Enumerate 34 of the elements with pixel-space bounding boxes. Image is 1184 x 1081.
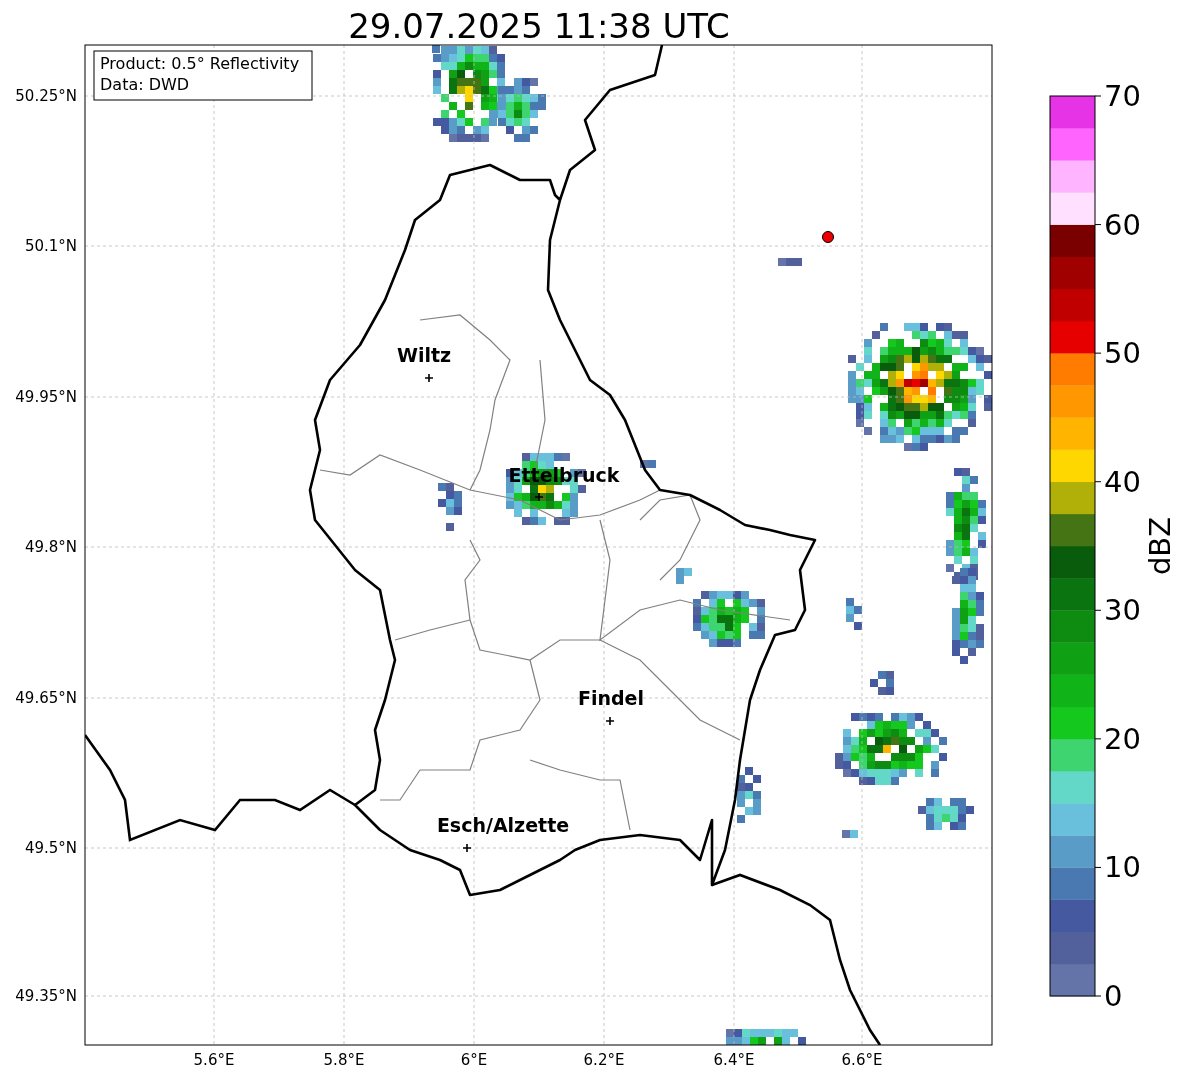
axis-tick-label: 49.95°N (15, 388, 77, 406)
info-text: Product: 0.5° Reflectivity (100, 54, 300, 73)
axis-tick-label: 49.8°N (24, 538, 77, 556)
axis-tick-label: 6.2°E (583, 1051, 625, 1069)
axis-tick-label: 49.65°N (15, 689, 77, 707)
colorbar-label: dBZ (1143, 516, 1177, 576)
axis-tick-label: 6°E (460, 1051, 488, 1069)
colorbar-tick-label: 50 (1104, 336, 1141, 371)
radar-site-marker (822, 231, 834, 243)
city-label: Wiltz (396, 344, 452, 366)
axis-tick-label: 5.8°E (323, 1051, 365, 1069)
city-label: Findel (578, 687, 644, 709)
info-text: Data: DWD (100, 75, 190, 94)
axis-tick-label: 50.25°N (15, 87, 77, 105)
chart-title: 29.07.2025 11:38 UTC (348, 6, 730, 46)
axis-tick-label: 6.6°E (841, 1051, 883, 1069)
colorbar-tick-label: 60 (1104, 207, 1141, 242)
colorbar-tick-label: 70 (1104, 79, 1141, 113)
colorbar-tick-label: 30 (1104, 593, 1141, 628)
axis-tick-label: 49.5°N (24, 839, 77, 857)
city-marker-icon (462, 843, 472, 853)
axis-tick-label: 49.35°N (15, 987, 77, 1005)
city-marker-icon (424, 373, 434, 383)
axis-tick-label: 5.6°E (193, 1051, 235, 1069)
city-label: Esch/Alzette (436, 814, 570, 836)
colorbar-tick-label: 20 (1104, 721, 1141, 756)
colorbar-tick-label: 10 (1104, 850, 1141, 885)
city-marker-icon (605, 716, 615, 726)
colorbar-tick-label: 40 (1104, 464, 1141, 499)
axis-tick-label: 6.4°E (713, 1051, 755, 1069)
axis-tick-label: 50.1°N (24, 237, 77, 255)
colorbar-tick-label: 0 (1104, 979, 1123, 1013)
city-marker-icon (534, 492, 544, 502)
city-label: Ettelbruck (508, 464, 620, 486)
